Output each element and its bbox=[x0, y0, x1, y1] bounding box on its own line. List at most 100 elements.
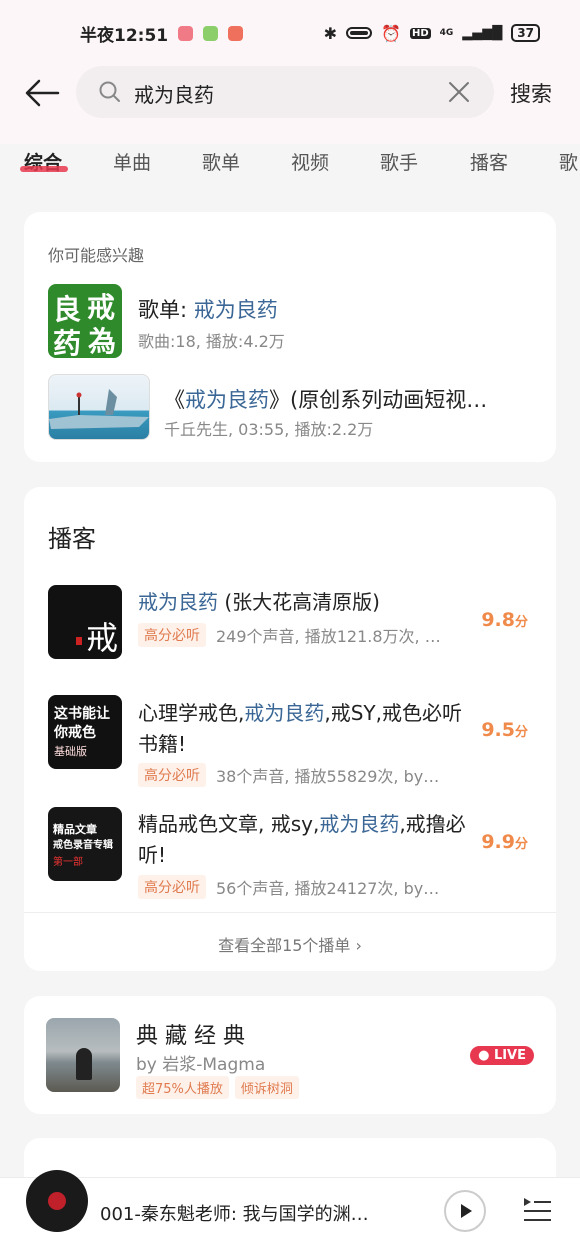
podcast-meta: 56个声音, 播放24127次, by… bbox=[216, 879, 440, 898]
status-indicators: ✱ ⏰ HD 4G ▂▄▆█ 37 bbox=[324, 24, 540, 43]
podcast-tag: 高分必听 bbox=[138, 763, 206, 787]
toggle-icon bbox=[346, 27, 373, 39]
playlist-meta: 歌曲:18, 播放:4.2万 bbox=[138, 332, 285, 351]
alarm-icon: ⏰ bbox=[381, 23, 401, 43]
playlist-icon[interactable] bbox=[522, 1194, 552, 1222]
cover-char: 药 bbox=[53, 327, 82, 358]
network-label: 4G bbox=[439, 28, 454, 38]
view-all-podcasts-link[interactable]: 查看全部15个播单 › bbox=[24, 932, 556, 956]
tab-artists[interactable]: 歌手 bbox=[380, 148, 418, 175]
search-header: 戒为良药 搜索 bbox=[0, 66, 580, 144]
podcast-title-highlight: 戒为良药 bbox=[319, 812, 400, 836]
podcast-title: 戒为良药 (张大花高清原版) bbox=[138, 587, 468, 618]
podcast-section-title: 播客 bbox=[48, 525, 96, 553]
podcast-title-pre: 心理学戒色, bbox=[138, 701, 245, 725]
podcast-card: 播客 戒 戒为良药 (张大花高清原版) 高分必听 249个声音, 播放121.8… bbox=[24, 487, 556, 971]
cover-line: 你戒色 bbox=[54, 725, 96, 741]
search-icon bbox=[99, 81, 120, 102]
person-silhouette bbox=[76, 1048, 92, 1080]
tab-songs[interactable]: 单曲 bbox=[113, 148, 151, 175]
live-tag: 超75%人播放 bbox=[136, 1076, 229, 1099]
podcast-title: 心理学戒色,戒为良药,戒SY,戒色必听书籍! bbox=[138, 698, 468, 760]
podcast-title: 精品戒色文章, 戒sy,戒为良药,戒撸必听! bbox=[138, 809, 468, 871]
back-arrow-icon[interactable] bbox=[24, 78, 60, 108]
podcast-tag: 高分必听 bbox=[138, 623, 206, 647]
cover-line: 这书能让 bbox=[54, 706, 110, 722]
podcast-score: 9.9分 bbox=[481, 831, 528, 853]
search-button[interactable]: 搜索 bbox=[510, 78, 552, 108]
cover-tag: 第一部 bbox=[53, 857, 83, 868]
cover-line: 戒色录音专辑 bbox=[53, 840, 113, 851]
cover-char: 為 bbox=[88, 325, 117, 358]
playlist-cover: 良 戒 药 為 bbox=[48, 284, 122, 358]
status-bar: 半夜12:51 ✱ ⏰ HD 4G ▂▄▆█ 37 bbox=[0, 0, 580, 66]
live-cover bbox=[46, 1018, 120, 1092]
score-value: 9.9 bbox=[481, 831, 515, 853]
podcast-title-pre: 精品戒色文章, 戒sy, bbox=[138, 812, 320, 836]
podcast-meta: 38个声音, 播放55829次, by… bbox=[216, 767, 440, 786]
podcast-cover: 戒 bbox=[48, 585, 122, 659]
netease-app-icon bbox=[228, 25, 244, 41]
score-unit: 分 bbox=[514, 725, 528, 740]
music-app-icon bbox=[178, 25, 194, 41]
cover-seal bbox=[76, 637, 82, 645]
podcast-meta-row: 高分必听 56个声音, 播放24127次, by… bbox=[138, 875, 439, 899]
video-title: 《戒为良药》(原创系列动画短视… bbox=[164, 384, 487, 414]
bluetooth-icon: ✱ bbox=[323, 23, 338, 43]
category-tabs: 综合 单曲 歌单 视频 歌手 播客 歌 bbox=[0, 144, 580, 188]
video-name: 戒为良药 bbox=[185, 388, 269, 412]
score-unit: 分 bbox=[514, 615, 528, 630]
cover-char: 戒 bbox=[86, 619, 119, 657]
score-value: 9.8 bbox=[481, 609, 515, 631]
playlist-title: 歌单: 戒为良药 bbox=[138, 294, 278, 324]
tab-podcasts[interactable]: 播客 bbox=[470, 148, 508, 175]
album-disc-icon[interactable] bbox=[26, 1170, 88, 1232]
live-card[interactable]: 典 藏 经 典 by 岩浆-Magma 超75%人播放 倾诉树洞 ● LIVE bbox=[24, 996, 556, 1114]
podcast-cover: 精品文章 戒色录音专辑 第一部 bbox=[48, 807, 122, 881]
podcast-cover: 这书能让 你戒色 基础版 bbox=[48, 695, 122, 769]
chat-app-icon bbox=[203, 25, 219, 41]
podcast-meta: 249个声音, 播放121.8万次, … bbox=[216, 627, 441, 646]
close-icon[interactable] bbox=[448, 81, 470, 103]
playlist-prefix: 歌单: bbox=[138, 298, 194, 322]
live-dot-icon: ● bbox=[478, 1048, 494, 1063]
chevron-right-icon: › bbox=[355, 936, 362, 955]
search-query: 戒为良药 bbox=[134, 83, 214, 107]
tab-playlists[interactable]: 歌单 bbox=[202, 148, 240, 175]
tab-videos[interactable]: 视频 bbox=[291, 148, 329, 175]
podcast-title-highlight: 戒为良药 bbox=[138, 590, 218, 614]
cover-tag: 基础版 bbox=[54, 745, 87, 758]
video-meta: 千丘先生, 03:55, 播放:2.2万 bbox=[164, 420, 374, 439]
video-thumbnail bbox=[48, 374, 150, 440]
score-value: 9.5 bbox=[481, 719, 515, 741]
tab-more[interactable]: 歌 bbox=[559, 148, 578, 175]
play-button[interactable] bbox=[444, 1190, 486, 1232]
signal-icon: ▂▄▆█ bbox=[462, 25, 503, 41]
live-tag: 倾诉树洞 bbox=[234, 1076, 299, 1099]
play-icon bbox=[461, 1204, 472, 1218]
video-illustration bbox=[49, 389, 149, 429]
view-all-label: 查看全部15个播单 bbox=[218, 936, 356, 955]
live-badge-label: LIVE bbox=[493, 1048, 526, 1063]
podcast-title-rest: (张大花高清原版) bbox=[218, 590, 380, 614]
podcast-score: 9.5分 bbox=[481, 719, 528, 741]
search-input[interactable]: 戒为良药 bbox=[76, 66, 494, 118]
live-title: 典 藏 经 典 bbox=[136, 1024, 245, 1049]
divider bbox=[24, 912, 556, 913]
hd-icon: HD bbox=[409, 27, 431, 39]
active-tab-indicator bbox=[20, 166, 68, 172]
live-host: by 岩浆-Magma bbox=[136, 1055, 266, 1075]
interest-hint: 你可能感兴趣 bbox=[48, 246, 145, 265]
interest-card: 你可能感兴趣 良 戒 药 為 歌单: 戒为良药 歌曲:18, 播放:4.2万 《… bbox=[24, 212, 556, 462]
battery-icon: 37 bbox=[511, 24, 540, 42]
status-app-icons bbox=[178, 25, 244, 41]
podcast-meta-row: 高分必听 249个声音, 播放121.8万次, … bbox=[138, 623, 441, 647]
podcast-title-highlight: 戒为良药 bbox=[244, 701, 325, 725]
video-suffix: 》(原创系列动画短视… bbox=[269, 388, 488, 412]
live-badge: ● LIVE bbox=[470, 1046, 534, 1065]
player-track-title: 001-秦东魁老师: 我与国学的渊… bbox=[100, 1204, 369, 1225]
status-time: 半夜12:51 bbox=[80, 25, 169, 46]
mini-player[interactable]: 001-秦东魁老师: 我与国学的渊… bbox=[0, 1170, 580, 1257]
playlist-name: 戒为良药 bbox=[193, 298, 278, 322]
battery-level: 37 bbox=[517, 26, 534, 40]
